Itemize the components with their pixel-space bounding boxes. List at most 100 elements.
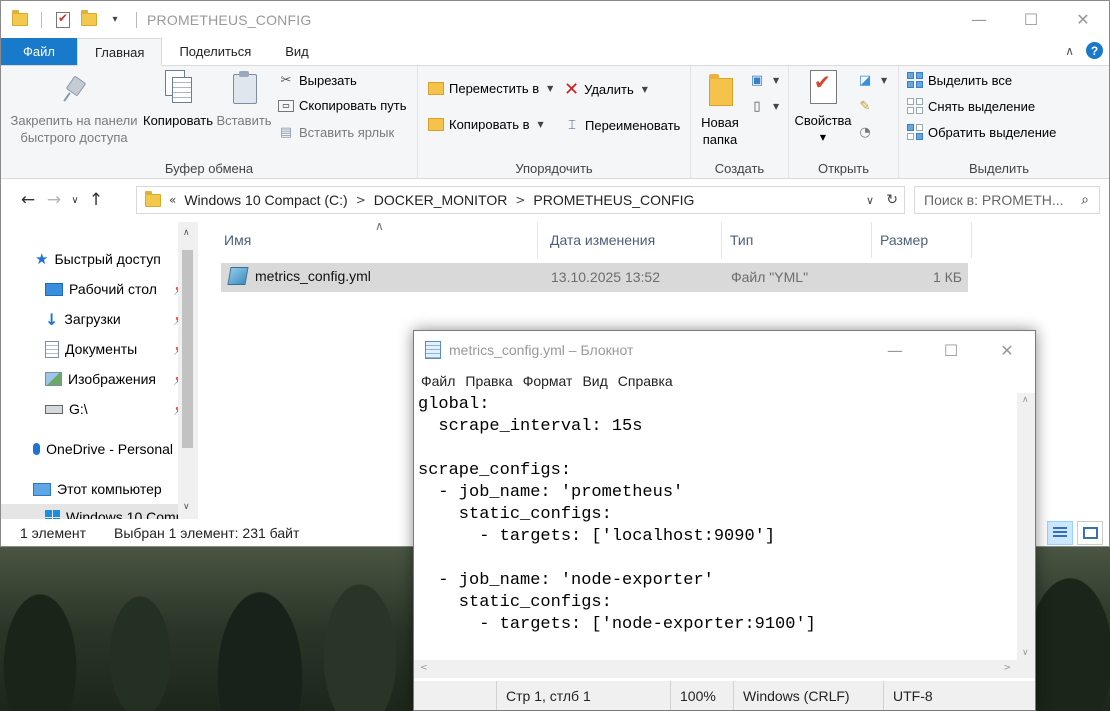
copy-path-button[interactable]: ▭ Скопировать путь [278, 98, 407, 113]
rename-button[interactable]: ⌶ Переименовать [564, 117, 680, 133]
column-header-type[interactable]: Тип [722, 222, 872, 258]
nav-desktop[interactable]: Рабочий стол 📌 [45, 276, 185, 302]
scroll-down-icon[interactable]: ∨ [183, 502, 190, 512]
nav-label: Быстрый доступ [54, 251, 161, 267]
rename-icon: ⌶ [568, 117, 576, 133]
nav-label: OneDrive - Personal [46, 441, 173, 457]
invert-selection-button[interactable]: Обратить выделение [907, 124, 1056, 140]
select-all-icon [907, 72, 923, 88]
tab-home[interactable]: Главная [76, 38, 163, 66]
breadcrumb-prometheus-config[interactable]: PROMETHEUS_CONFIG [533, 192, 694, 208]
nav-documents[interactable]: Документы 📌 [45, 336, 185, 362]
address-row: ← → ∨ ↑ « Windows 10 Compact (C:) > DOCK… [1, 179, 1109, 221]
minimize-button[interactable]: — [867, 331, 923, 369]
address-history-chevron-icon[interactable]: ∨ [866, 194, 874, 207]
nav-this-pc[interactable]: Этот компьютер [33, 476, 173, 502]
large-icons-view-button[interactable] [1077, 521, 1103, 545]
maximize-button[interactable]: ☐ [923, 331, 979, 369]
nav-onedrive[interactable]: OneDrive - Personal [33, 436, 173, 462]
notepad-titlebar: metrics_config.yml – Блокнот — ☐ ✕ [414, 331, 1035, 369]
move-to-button[interactable]: Переместить в ▼ [428, 81, 553, 96]
menu-edit[interactable]: Правка [460, 373, 517, 389]
scroll-up-icon[interactable]: ∧ [183, 228, 190, 238]
recent-locations-chevron-icon[interactable]: ∨ [67, 195, 83, 206]
refresh-icon[interactable]: ↻ [886, 192, 898, 208]
properties-icon[interactable] [54, 11, 72, 29]
tab-view[interactable]: Вид [268, 38, 326, 65]
back-arrow-icon[interactable]: ← [15, 190, 41, 210]
menu-file[interactable]: Файл [416, 373, 460, 389]
new-item-button[interactable]: ▣ ▼ [749, 72, 779, 88]
nav-quick-access[interactable]: ★ Быстрый доступ [35, 246, 175, 272]
horizontal-scrollbar[interactable]: < > [414, 660, 1017, 678]
pin-label-1: Закрепить на панели [10, 113, 138, 128]
column-header-date[interactable]: Дата изменения [542, 222, 722, 258]
nav-pictures[interactable]: Изображения 📌 [45, 366, 185, 392]
breadcrumb-docker-monitor[interactable]: DOCKER_MONITOR [374, 192, 508, 208]
select-none-button[interactable]: Снять выделение [907, 98, 1035, 114]
collapse-ribbon-icon[interactable]: ∧ [1065, 44, 1074, 58]
star-icon: ★ [35, 250, 49, 268]
select-group: Выделить все Снять выделение Обратить вы… [899, 66, 1099, 179]
scrollbar-thumb[interactable] [182, 250, 193, 448]
close-button[interactable]: ✕ [979, 331, 1035, 369]
history-button[interactable]: ◔ [857, 124, 873, 140]
scroll-right-icon[interactable]: > [1003, 663, 1011, 673]
open-button[interactable]: ◪ ▼ [857, 72, 887, 88]
dropdown-caret-icon: ▼ [773, 75, 780, 85]
properties-button[interactable]: Свойства ▼ [793, 70, 853, 146]
minimize-button[interactable]: — [953, 1, 1005, 38]
new-folder-button[interactable]: Новая папка [697, 74, 743, 148]
menu-format[interactable]: Формат [518, 373, 578, 389]
maximize-button[interactable]: ☐ [1005, 1, 1057, 38]
move-to-label: Переместить в [449, 81, 540, 96]
tab-file[interactable]: Файл [1, 38, 77, 65]
nav-drive-g[interactable]: G:\ 📌 [45, 396, 185, 422]
breadcrumb-separator-icon[interactable]: > [515, 193, 525, 207]
up-arrow-icon[interactable]: ↑ [83, 190, 109, 210]
search-input[interactable]: Поиск в: PROMETH... ⌕ [914, 186, 1100, 214]
nav-downloads[interactable]: ↓ Загрузки 📌 [45, 306, 185, 332]
paste-shortcut-button[interactable]: ▤ Вставить ярлык [278, 124, 394, 140]
new-folder-label-2: папка [702, 132, 738, 147]
delete-button[interactable]: ✕ Удалить ▼ [564, 79, 648, 100]
select-all-button[interactable]: Выделить все [907, 72, 1012, 88]
column-header-size[interactable]: Размер [872, 222, 972, 258]
menu-view[interactable]: Вид [577, 373, 612, 389]
details-view-button[interactable] [1047, 521, 1073, 545]
file-row[interactable]: metrics_config.yml 13.10.2025 13:52 Файл… [221, 263, 968, 292]
text-editor[interactable]: global: scrape_interval: 15s scrape_conf… [414, 393, 1017, 660]
breadcrumb-drive[interactable]: Windows 10 Compact (C:) [184, 192, 347, 208]
overflow-crumbs[interactable]: « [169, 193, 176, 207]
scroll-left-icon[interactable]: < [420, 663, 428, 673]
scroll-down-icon[interactable]: ∨ [1022, 648, 1029, 658]
close-button[interactable]: ✕ [1057, 1, 1109, 38]
new-folder-label-1: Новая [701, 115, 739, 130]
forward-arrow-icon[interactable]: → [41, 190, 67, 210]
pin-quick-access-button[interactable]: Закрепить на панели быстрого доступа [9, 76, 139, 146]
paste-button[interactable]: Вставить [216, 70, 272, 129]
copy-to-button[interactable]: Копировать в ▼ [428, 117, 544, 132]
navigation-scrollbar[interactable]: ∧ ∨ [178, 222, 198, 519]
menu-help[interactable]: Справка [613, 373, 678, 389]
breadcrumb-separator-icon[interactable]: > [356, 193, 366, 207]
create-group: Новая папка ▣ ▼ ▯ ▼ Создать [691, 66, 789, 179]
address-bar[interactable]: « Windows 10 Compact (C:) > DOCKER_MONIT… [136, 186, 905, 214]
copy-button[interactable]: Копировать [142, 70, 214, 129]
cut-button[interactable]: ✂ Вырезать [278, 72, 357, 88]
copy-path-icon: ▭ [278, 99, 294, 112]
help-icon[interactable]: ? [1086, 42, 1103, 59]
nav-windows-drive[interactable]: Windows 10 Compact [1, 504, 178, 519]
column-header-name[interactable]: Имя [216, 222, 538, 258]
search-icon[interactable]: ⌕ [1081, 192, 1089, 208]
download-arrow-icon: ↓ [45, 309, 59, 329]
large-icons-view-icon [1082, 527, 1098, 539]
vertical-scrollbar[interactable]: ∧ ∨ [1017, 393, 1035, 660]
customize-toolbar-icon[interactable]: ▾ [106, 11, 124, 29]
tab-share[interactable]: Поделиться [162, 38, 268, 65]
divider [136, 11, 137, 28]
edit-button[interactable]: ✎ [857, 98, 873, 114]
easy-access-button[interactable]: ▯ ▼ [749, 98, 779, 114]
scroll-up-icon[interactable]: ∧ [1022, 395, 1029, 405]
new-folder-icon[interactable] [80, 10, 98, 29]
